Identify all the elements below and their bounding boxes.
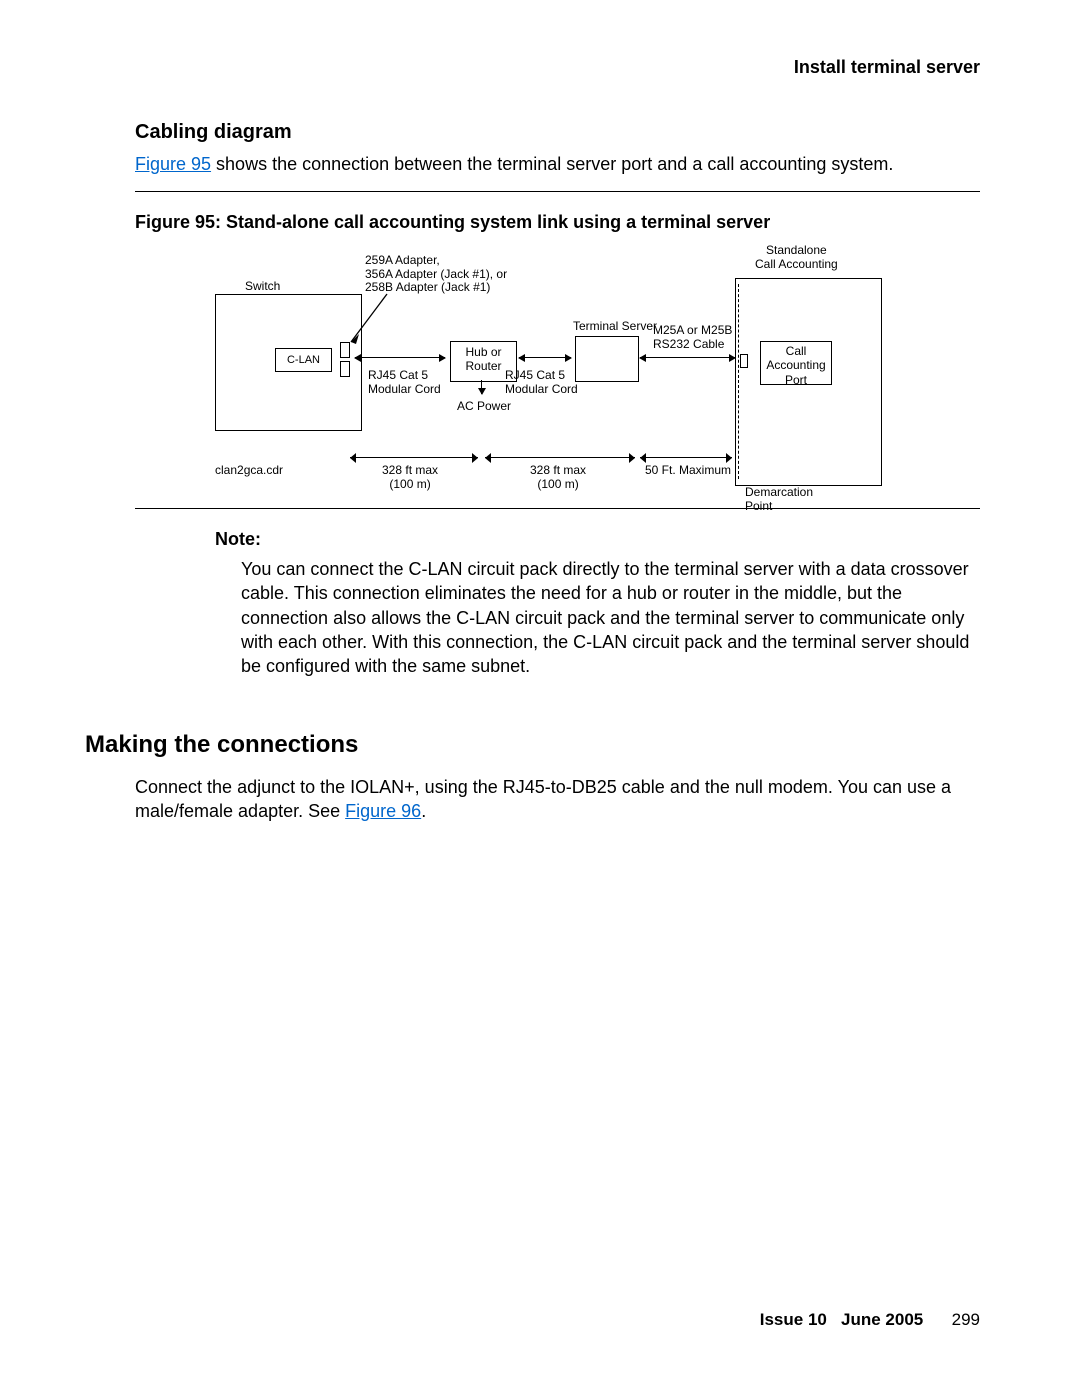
connector-hub-ts [519,357,571,358]
ca-port-line3: Port [761,373,831,387]
distance-bar-1 [350,457,478,458]
figure-caption: Figure 95: Stand-alone call accounting s… [135,210,980,234]
page: Install terminal server Cabling diagram … [0,0,1080,1397]
call-accounting-jack [740,354,748,368]
terminal-server-box [575,336,639,382]
distance-bar-3 [640,457,732,458]
terminal-server-label: Terminal Server [573,320,657,334]
standalone-label-line2: Call Accounting [755,258,838,272]
figure-95-link[interactable]: Figure 95 [135,154,211,174]
cabling-diagram-heading: Cabling diagram [135,119,980,146]
demarc-line2: Point [745,500,813,514]
rj45-label-b: RJ45 Cat 5 Modular Cord [505,369,578,397]
figure-top-rule [135,191,980,192]
ac-power-arrow [481,380,482,394]
intro-text: shows the connection between the termina… [211,154,893,174]
dist1-line2: (100 m) [382,478,438,492]
footer-issue: Issue 10 [760,1310,827,1329]
rs232-line1: M25A or M25B [653,324,732,338]
diagram-filename: clan2gca.cdr [215,464,283,478]
making-connections-text-pre: Connect the adjunct to the IOLAN+, using… [135,777,951,821]
running-header: Install terminal server [110,55,980,79]
switch-port-bottom [340,361,350,377]
distance-3-label: 50 Ft. Maximum [645,464,731,478]
dist2-line2: (100 m) [530,478,586,492]
note-block: Note: You can connect the C-LAN circuit … [215,527,980,679]
rs232-line2: RS232 Cable [653,338,732,352]
dist1-line1: 328 ft max [382,464,438,478]
connector-switch-hub [355,357,445,358]
making-connections-text-post: . [421,801,426,821]
page-footer: Issue 10 June 2005 299 [760,1309,980,1332]
ca-port-line2: Accounting [761,358,831,372]
rs232-cable-label: M25A or M25B RS232 Cable [653,324,732,352]
ac-power-label: AC Power [457,400,511,414]
demarcation-label: Demarcation Point [745,486,813,514]
distance-1-label: 328 ft max (100 m) [382,464,438,492]
demarc-line1: Demarcation [745,486,813,500]
footer-date: June 2005 [841,1310,923,1329]
distance-2-label: 328 ft max (100 m) [530,464,586,492]
note-heading: Note: [215,527,980,551]
making-connections-heading: Making the connections [85,729,980,761]
dist2-line1: 328 ft max [530,464,586,478]
ca-port-line1: Call [761,344,831,358]
adapter-pointer [347,294,389,340]
figure-bottom-rule [135,508,980,509]
figure-96-link[interactable]: Figure 96 [345,801,421,821]
figure-95-diagram: Switch C-LAN 259A Adapter, 356A Adapter … [185,244,885,504]
rj45b-line2: Modular Cord [505,383,578,397]
adapter-label: 259A Adapter, 356A Adapter (Jack #1), or… [365,254,507,295]
clan-box: C-LAN [275,348,332,372]
making-connections-paragraph: Connect the adjunct to the IOLAN+, using… [135,775,980,824]
rj45-label-a: RJ45 Cat 5 Modular Cord [368,369,441,397]
adapter-label-line2: 356A Adapter (Jack #1), or [365,268,507,282]
footer-page-number: 299 [942,1309,980,1332]
rj45a-line1: RJ45 Cat 5 [368,369,441,383]
standalone-label-line1: Standalone [755,244,838,258]
distance-bar-2 [485,457,635,458]
standalone-label: Standalone Call Accounting [755,244,838,272]
rj45b-line1: RJ45 Cat 5 [505,369,578,383]
intro-paragraph: Figure 95 shows the connection between t… [135,152,980,176]
note-body: You can connect the C-LAN circuit pack d… [241,557,980,678]
connector-ts-ca [640,357,735,358]
rj45a-line2: Modular Cord [368,383,441,397]
adapter-label-line1: 259A Adapter, [365,254,507,268]
demarcation-line [738,284,739,479]
hub-label-line1: Hub or [451,345,516,359]
call-accounting-port-box: Call Accounting Port [760,341,832,385]
switch-label: Switch [245,280,280,294]
